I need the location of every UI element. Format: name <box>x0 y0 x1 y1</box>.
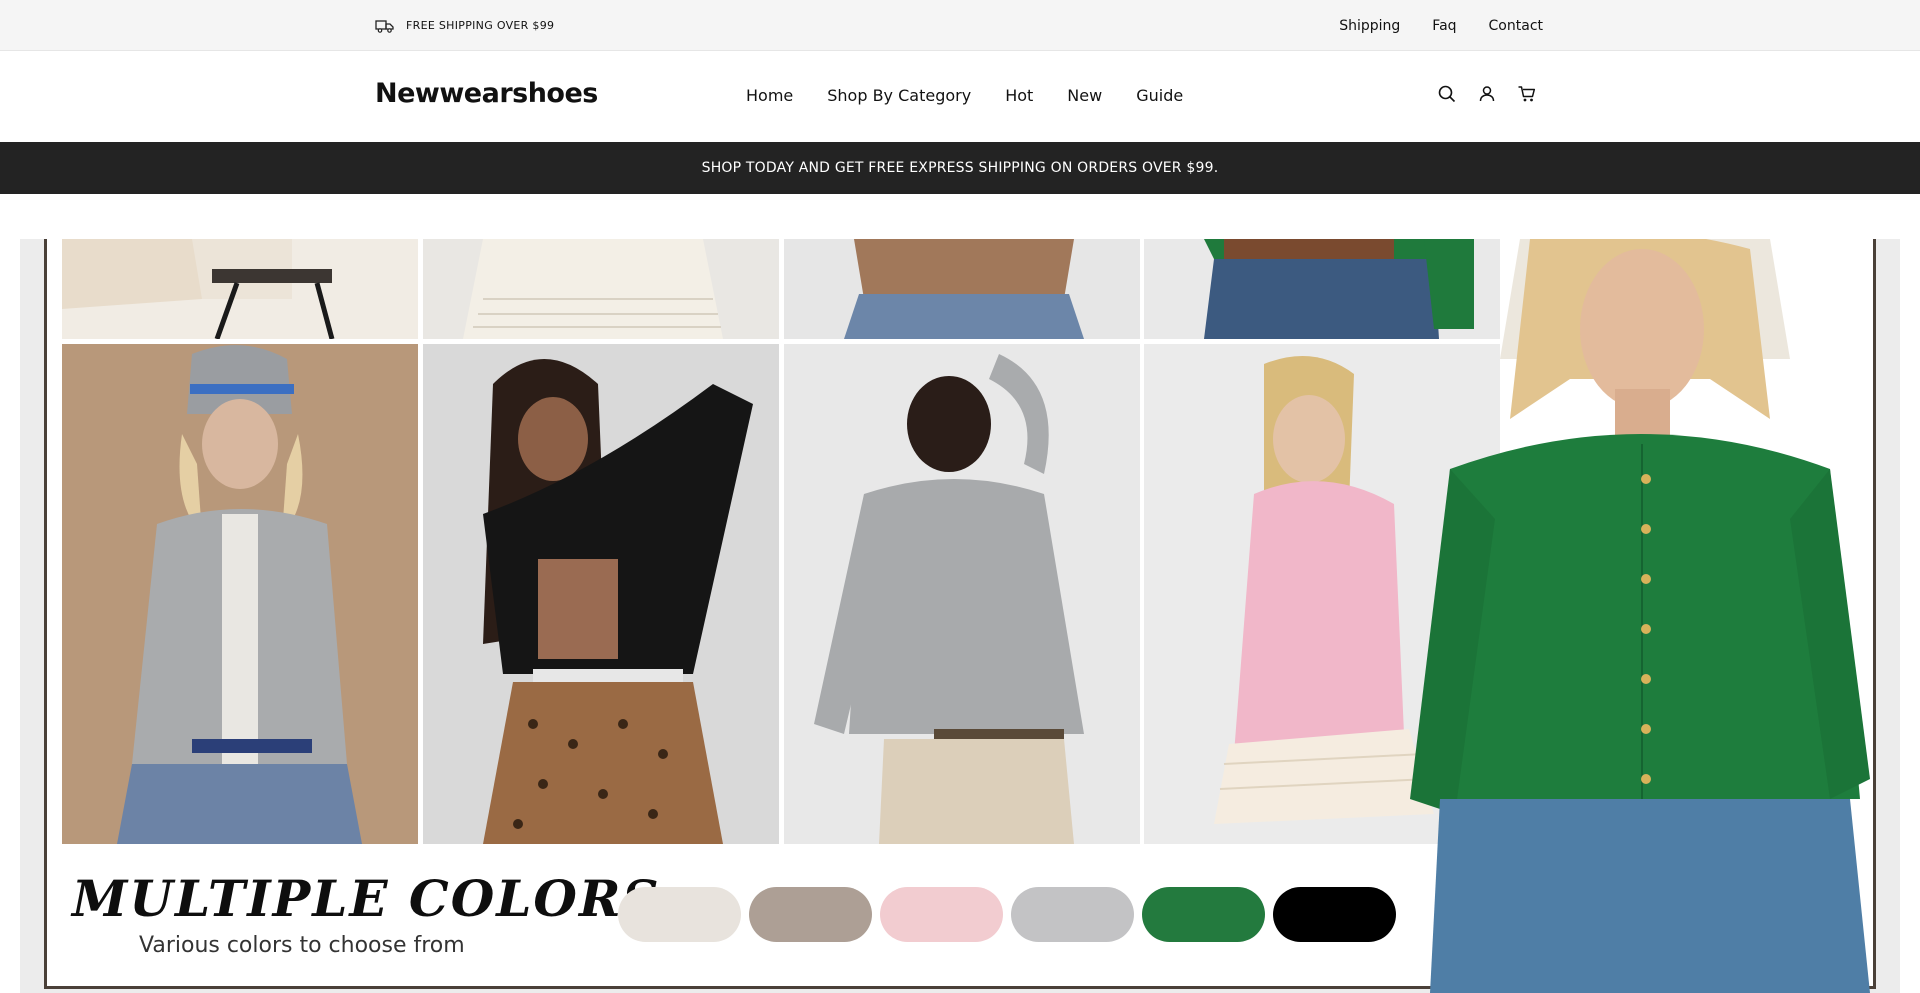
swatch-taupe[interactable] <box>749 887 872 942</box>
nav-new[interactable]: New <box>1067 86 1102 105</box>
nav-hot[interactable]: Hot <box>1005 86 1033 105</box>
hero-title: MULTIPLE COLORS <box>72 869 661 928</box>
promo-text: SHOP TODAY AND GET FREE EXPRESS SHIPPING… <box>701 160 1219 176</box>
nav-home[interactable]: Home <box>746 86 793 105</box>
shipping-link[interactable]: Shipping <box>1339 18 1400 34</box>
product-photo-black-cardigan <box>423 344 779 844</box>
color-swatches <box>618 887 1396 942</box>
free-shipping-text: FREE SHIPPING OVER $99 <box>406 19 555 32</box>
utility-bar-inner: FREE SHIPPING OVER $99 Shipping Faq Cont… <box>375 0 1543 51</box>
swatch-grey[interactable] <box>1011 887 1134 942</box>
faq-link[interactable]: Faq <box>1432 18 1456 34</box>
cart-icon[interactable] <box>1517 84 1537 104</box>
utility-bar: FREE SHIPPING OVER $99 Shipping Faq Cont… <box>0 0 1920 51</box>
nav-guide[interactable]: Guide <box>1136 86 1183 105</box>
swatch-green[interactable] <box>1142 887 1265 942</box>
hero-banner[interactable]: MULTIPLE COLORS Various colors to choose… <box>20 239 1900 993</box>
promo-bar: SHOP TODAY AND GET FREE EXPRESS SHIPPING… <box>0 142 1920 194</box>
product-photo-grey-sweater <box>784 344 1140 844</box>
product-photo-top-3 <box>784 239 1140 339</box>
search-icon[interactable] <box>1437 84 1457 104</box>
header-icons <box>1437 84 1537 104</box>
truck-icon <box>375 19 394 33</box>
swatch-black[interactable] <box>1273 887 1396 942</box>
product-photo-top-1 <box>62 239 418 339</box>
main-nav: Home Shop By Category Hot New Guide <box>746 86 1183 105</box>
nav-shop-by-category[interactable]: Shop By Category <box>827 86 971 105</box>
free-shipping-note: FREE SHIPPING OVER $99 <box>375 19 554 33</box>
account-icon[interactable] <box>1477 84 1497 104</box>
contact-link[interactable]: Contact <box>1489 18 1543 34</box>
model-green-cardigan-photo <box>1410 239 1880 993</box>
swatch-pink[interactable] <box>880 887 1003 942</box>
swatch-beige[interactable] <box>618 887 741 942</box>
product-photo-top-2 <box>423 239 779 339</box>
product-photo-grey-cardigan <box>62 344 418 844</box>
hero-subtitle: Various colors to choose from <box>139 933 465 958</box>
site-header: Newwearshoes Home Shop By Category Hot N… <box>0 51 1920 142</box>
utility-links: Shipping Faq Contact <box>1339 18 1543 34</box>
site-logo[interactable]: Newwearshoes <box>375 78 598 109</box>
